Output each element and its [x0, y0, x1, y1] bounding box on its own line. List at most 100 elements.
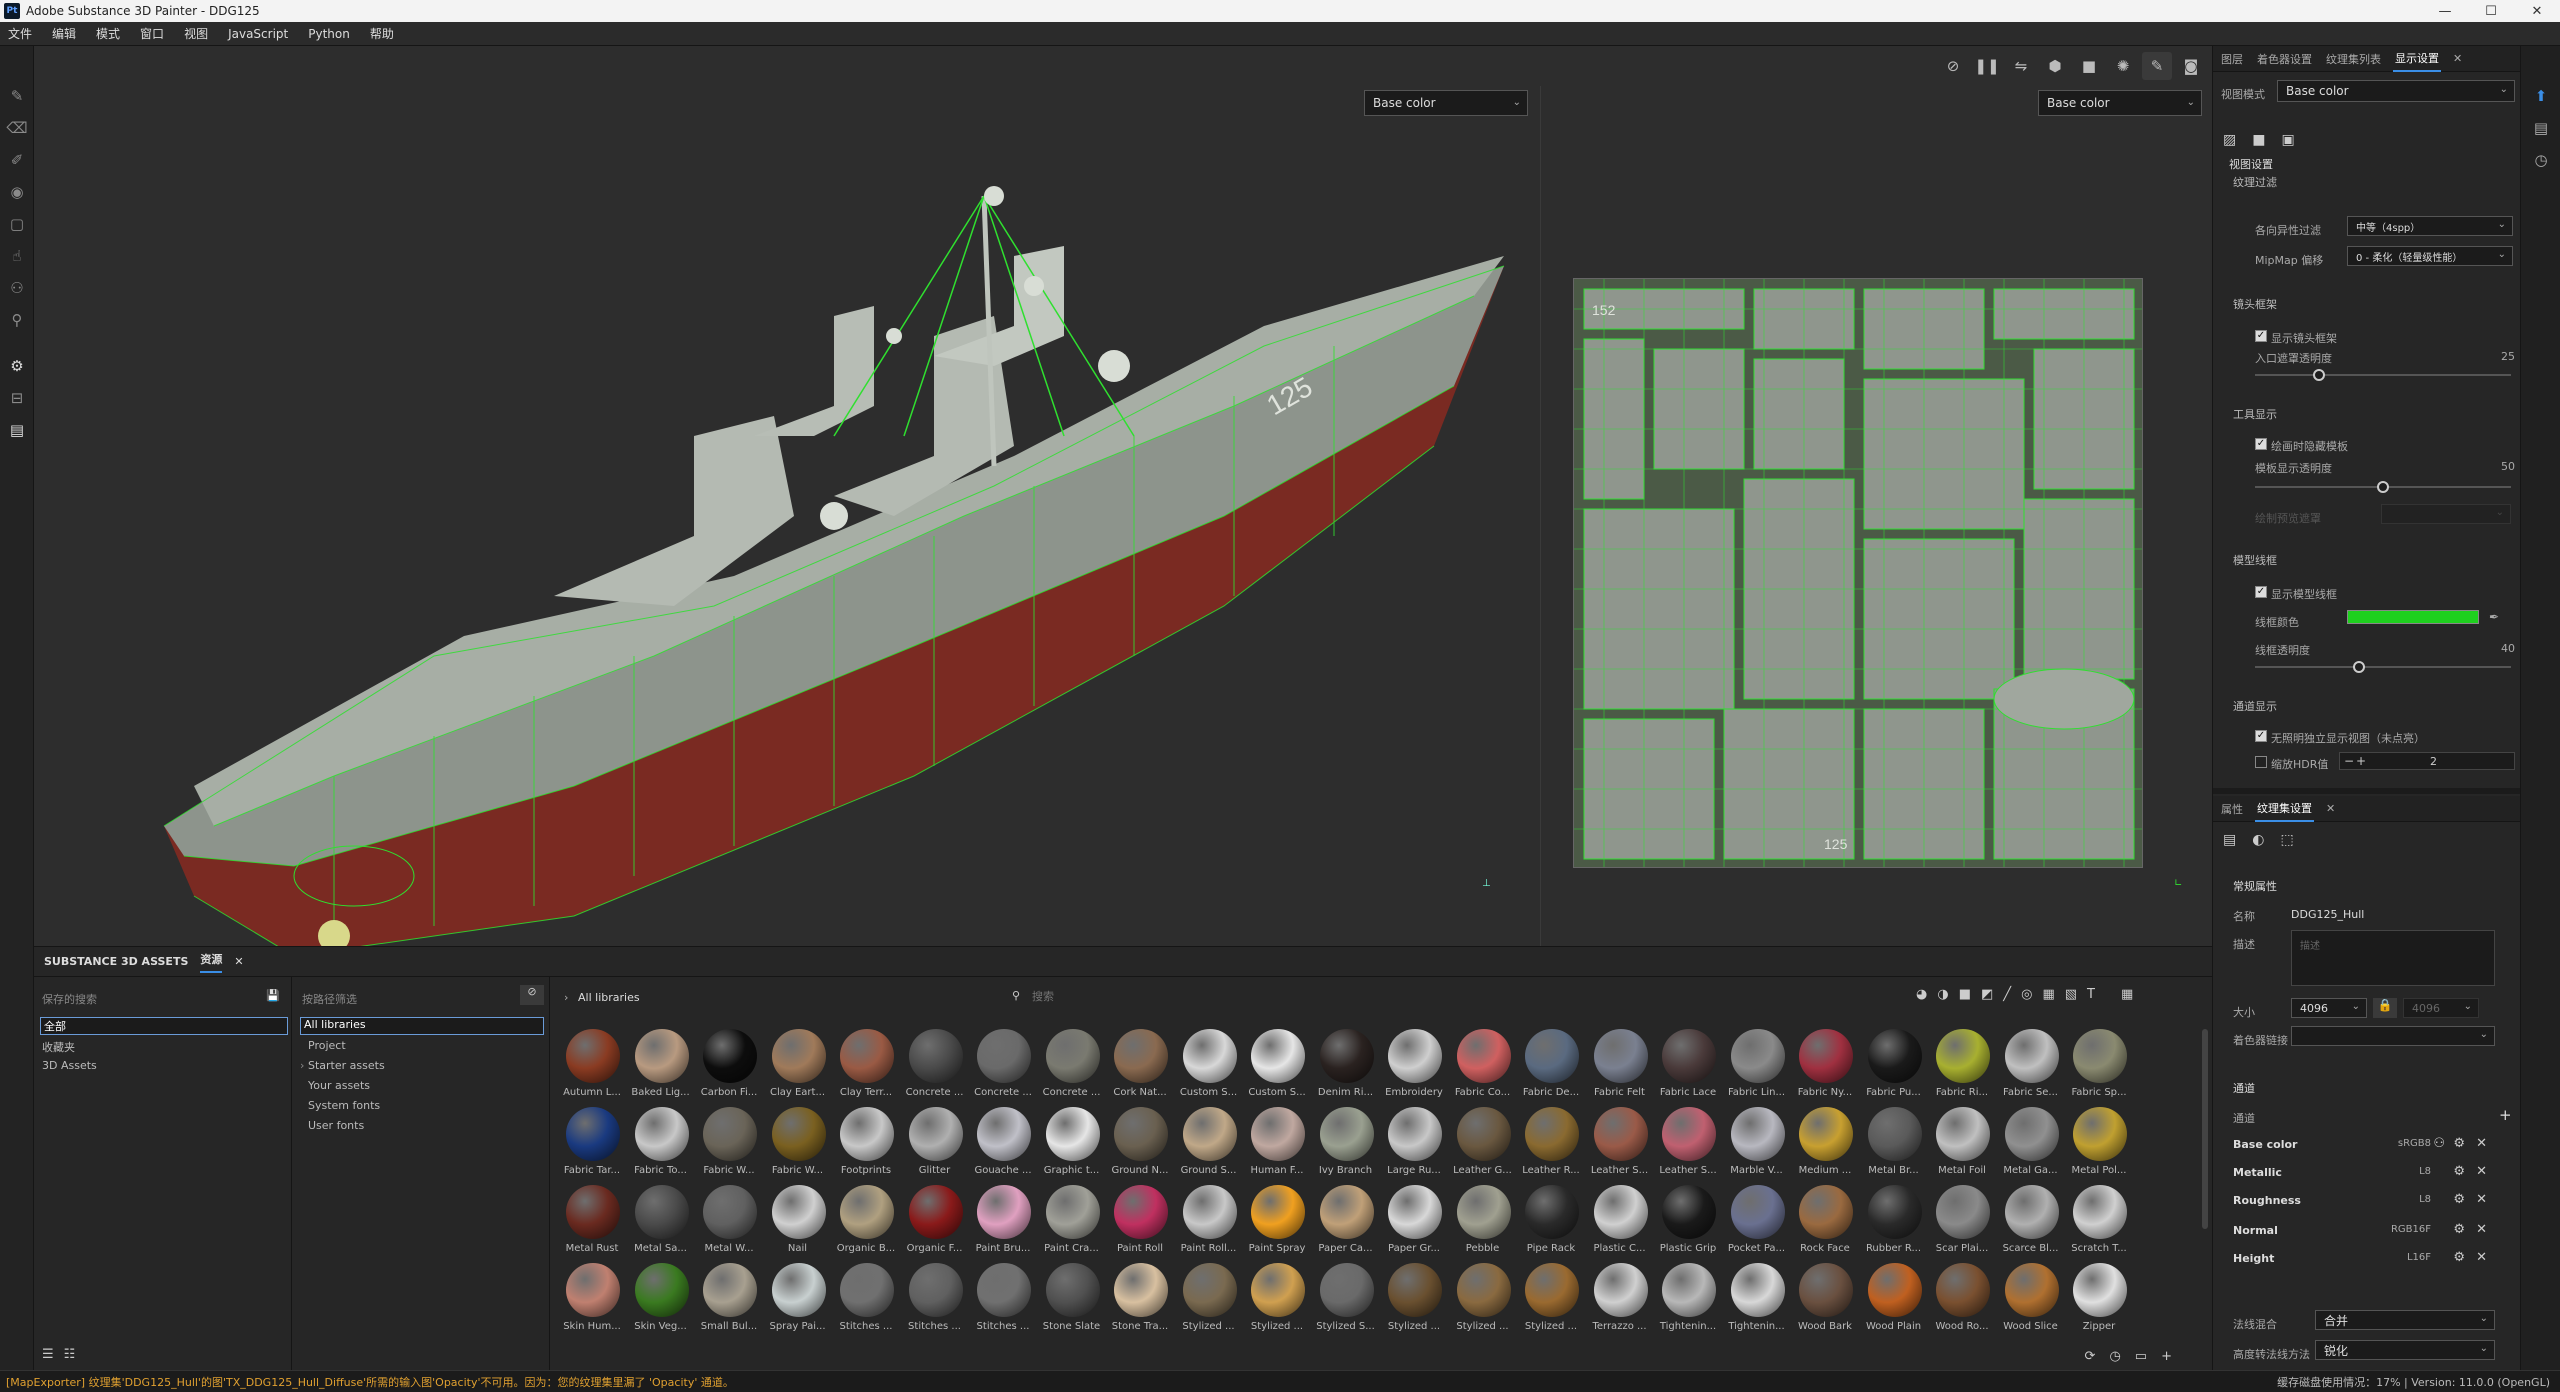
material-thumbnail[interactable]: Fabric Lin... — [1723, 1029, 1789, 1107]
geometry-fill-icon[interactable]: ◉ — [0, 176, 34, 208]
no-alpha-checkbox[interactable]: ✓ — [2255, 730, 2267, 742]
material-thumbnail[interactable]: Scarce Bl... — [1997, 1185, 2063, 1263]
material-thumbnail[interactable]: Pipe Rack — [1517, 1185, 1583, 1263]
material-thumbnail[interactable]: Fabric Ny... — [1791, 1029, 1857, 1107]
channel-remove-icon[interactable]: ✕ — [2476, 1222, 2487, 1237]
channel-row-roughness[interactable]: Roughness L8 ⚙ ✕ — [2213, 1188, 2521, 1214]
material-thumbnail[interactable]: Skin Hum... — [558, 1263, 624, 1341]
material-thumbnail[interactable]: Ground S... — [1175, 1107, 1241, 1185]
material-thumbnail[interactable]: Scratch T... — [2065, 1185, 2131, 1263]
menu-edit[interactable]: 编辑 — [52, 25, 76, 42]
material-thumbnail[interactable]: Carbon Fi... — [695, 1029, 761, 1107]
material-thumbnail[interactable]: Plastic C... — [1586, 1185, 1652, 1263]
filter-toggle-icon[interactable]: ⊘ — [520, 985, 544, 1005]
material-thumbnail[interactable]: Organic B... — [832, 1185, 898, 1263]
channel-remove-icon[interactable]: ✕ — [2476, 1136, 2487, 1151]
menu-file[interactable]: 文件 — [8, 25, 32, 42]
material-thumbnail[interactable]: Metal Rust — [558, 1185, 624, 1263]
close-assets-tab-icon[interactable]: ✕ — [234, 955, 243, 968]
material-thumbnail[interactable]: Wood Plain — [1860, 1263, 1926, 1341]
pause-icon[interactable]: ❚❚ — [1972, 52, 2002, 80]
tab-shader-settings[interactable]: 着色器设置 — [2255, 47, 2314, 71]
channel-row-base-color[interactable]: Base color sRGB8 ⚇ ⚙ ✕ — [2213, 1132, 2521, 1158]
material-thumbnail[interactable]: Ground N... — [1106, 1107, 1172, 1185]
viewport-divider[interactable] — [1540, 86, 1541, 946]
search-favorites[interactable]: 收藏夹 — [42, 1039, 75, 1055]
menu-mode[interactable]: 模式 — [96, 25, 120, 42]
eyedropper-icon[interactable]: ✒ — [2489, 610, 2499, 624]
view-cube-icon[interactable]: ⬢ — [2040, 52, 2070, 80]
material-thumbnail[interactable]: Stitches ... — [832, 1263, 898, 1341]
add-channel-icon[interactable]: + — [2499, 1106, 2512, 1124]
plus-icon[interactable]: + — [2356, 754, 2366, 768]
library-your-assets[interactable]: Your assets — [308, 1079, 370, 1092]
menu-view[interactable]: 视图 — [184, 25, 208, 42]
material-thumbnail[interactable]: Stylized S... — [1312, 1263, 1378, 1341]
hide-stencil-checkbox[interactable]: ✓ — [2255, 438, 2267, 450]
environment-icon[interactable]: ▨ — [2223, 132, 2236, 148]
material-thumbnail[interactable]: Stylized ... — [1517, 1263, 1583, 1341]
material-thumbnail[interactable]: Embroidery — [1380, 1029, 1446, 1107]
material-thumbnail[interactable]: Wood Slice — [1997, 1263, 2063, 1341]
channel-settings-icon[interactable]: ⚙ — [2453, 1164, 2465, 1179]
search-all[interactable]: 全部 — [40, 1017, 288, 1035]
save-search-icon[interactable]: 💾 — [266, 989, 280, 1002]
channel-remove-icon[interactable]: ✕ — [2476, 1192, 2487, 1207]
channel-row-metallic[interactable]: Metallic L8 ⚙ ✕ — [2213, 1160, 2521, 1186]
grid-view-icon[interactable]: ▦ — [2121, 987, 2133, 1002]
material-thumbnail[interactable]: Stylized ... — [1449, 1263, 1515, 1341]
material-thumbnail[interactable]: Zipper — [2065, 1263, 2131, 1341]
material-thumbnail[interactable]: Fabric Pu... — [1860, 1029, 1926, 1107]
clock-icon[interactable]: ◷ — [2109, 1349, 2120, 1364]
material-thumbnail[interactable]: Footprints — [832, 1107, 898, 1185]
material-thumbnail[interactable]: Paint Bru... — [969, 1185, 1035, 1263]
material-thumbnail[interactable]: Fabric Co... — [1449, 1029, 1515, 1107]
filter-brushes-icon[interactable]: ╱ — [2003, 987, 2011, 1002]
asset-search-input[interactable] — [1032, 987, 1432, 1005]
tab-texture-set-settings[interactable]: 纹理集设置 — [2255, 796, 2314, 822]
material-thumbnail[interactable]: Human F... — [1243, 1107, 1309, 1185]
channel-remove-icon[interactable]: ✕ — [2476, 1250, 2487, 1265]
material-thumbnail[interactable]: Gouache ... — [969, 1107, 1035, 1185]
filter-particles-icon[interactable]: ◎ — [2021, 987, 2032, 1002]
library-user-fonts[interactable]: User fonts — [308, 1119, 364, 1132]
mipmap-select[interactable]: 0 - 柔化（轻量级性能） ⌄ — [2347, 246, 2513, 266]
detail-view-icon[interactable]: ☷ — [64, 1347, 76, 1362]
material-thumbnail[interactable]: Marble V... — [1723, 1107, 1789, 1185]
material-thumbnail[interactable]: Tightenin... — [1654, 1263, 1720, 1341]
paint-mode-icon[interactable]: ✎ — [2142, 52, 2172, 80]
color-picker-icon[interactable]: ⚲ — [0, 304, 34, 336]
show-camera-frame-checkbox[interactable]: ✓ — [2255, 330, 2267, 342]
wire-opacity-slider[interactable] — [2255, 661, 2511, 673]
material-thumbnail[interactable]: Rubber R... — [1860, 1185, 1926, 1263]
hdr-checkbox[interactable] — [2255, 756, 2267, 768]
new-folder-icon[interactable]: ▭ — [2135, 1349, 2147, 1364]
lighting-icon[interactable]: ✺ — [2108, 52, 2138, 80]
channel-settings-icon[interactable]: ⚙ — [2453, 1222, 2465, 1237]
camera-icon[interactable]: ■ — [2074, 52, 2104, 80]
lock-icon[interactable]: 🔒 — [2373, 998, 2397, 1018]
material-thumbnail[interactable]: Skin Veg... — [627, 1263, 693, 1341]
material-thumbnail[interactable]: Metal Sa... — [627, 1185, 693, 1263]
smudge-icon[interactable]: ☝ — [0, 240, 34, 272]
material-thumbnail[interactable]: Denim Ri... — [1312, 1029, 1378, 1107]
expand-arrow-icon[interactable]: › — [300, 1059, 304, 1072]
material-thumbnail[interactable]: Wood Ro... — [1928, 1263, 1994, 1341]
list-view-icon[interactable]: ☰ — [42, 1347, 54, 1362]
material-thumbnail[interactable]: Stitches ... — [969, 1263, 1035, 1341]
material-thumbnail[interactable]: Leather G... — [1449, 1107, 1515, 1185]
material-thumbnail[interactable]: Fabric Lace — [1654, 1029, 1720, 1107]
material-thumbnail[interactable]: Autumn L... — [558, 1029, 624, 1107]
properties-icon[interactable]: ▤ — [2521, 112, 2560, 144]
material-thumbnail[interactable]: Paint Roll... — [1175, 1185, 1241, 1263]
show-wireframe-checkbox[interactable]: ✓ — [2255, 586, 2267, 598]
material-thumbnail[interactable]: Paint Spray — [1243, 1185, 1309, 1263]
material-thumbnail[interactable]: Paint Roll — [1106, 1185, 1172, 1263]
tab-texture-set-list[interactable]: 纹理集列表 — [2324, 47, 2383, 71]
material-thumbnail[interactable]: Metal Br... — [1860, 1107, 1926, 1185]
menu-window[interactable]: 窗口 — [140, 25, 164, 42]
bake-icon[interactable]: ⚙ — [0, 350, 34, 382]
material-thumbnail[interactable]: Concrete ... — [969, 1029, 1035, 1107]
material-thumbnail[interactable]: Fabric Felt — [1586, 1029, 1652, 1107]
right-channel-select[interactable]: Base color ⌄ — [2038, 90, 2202, 116]
